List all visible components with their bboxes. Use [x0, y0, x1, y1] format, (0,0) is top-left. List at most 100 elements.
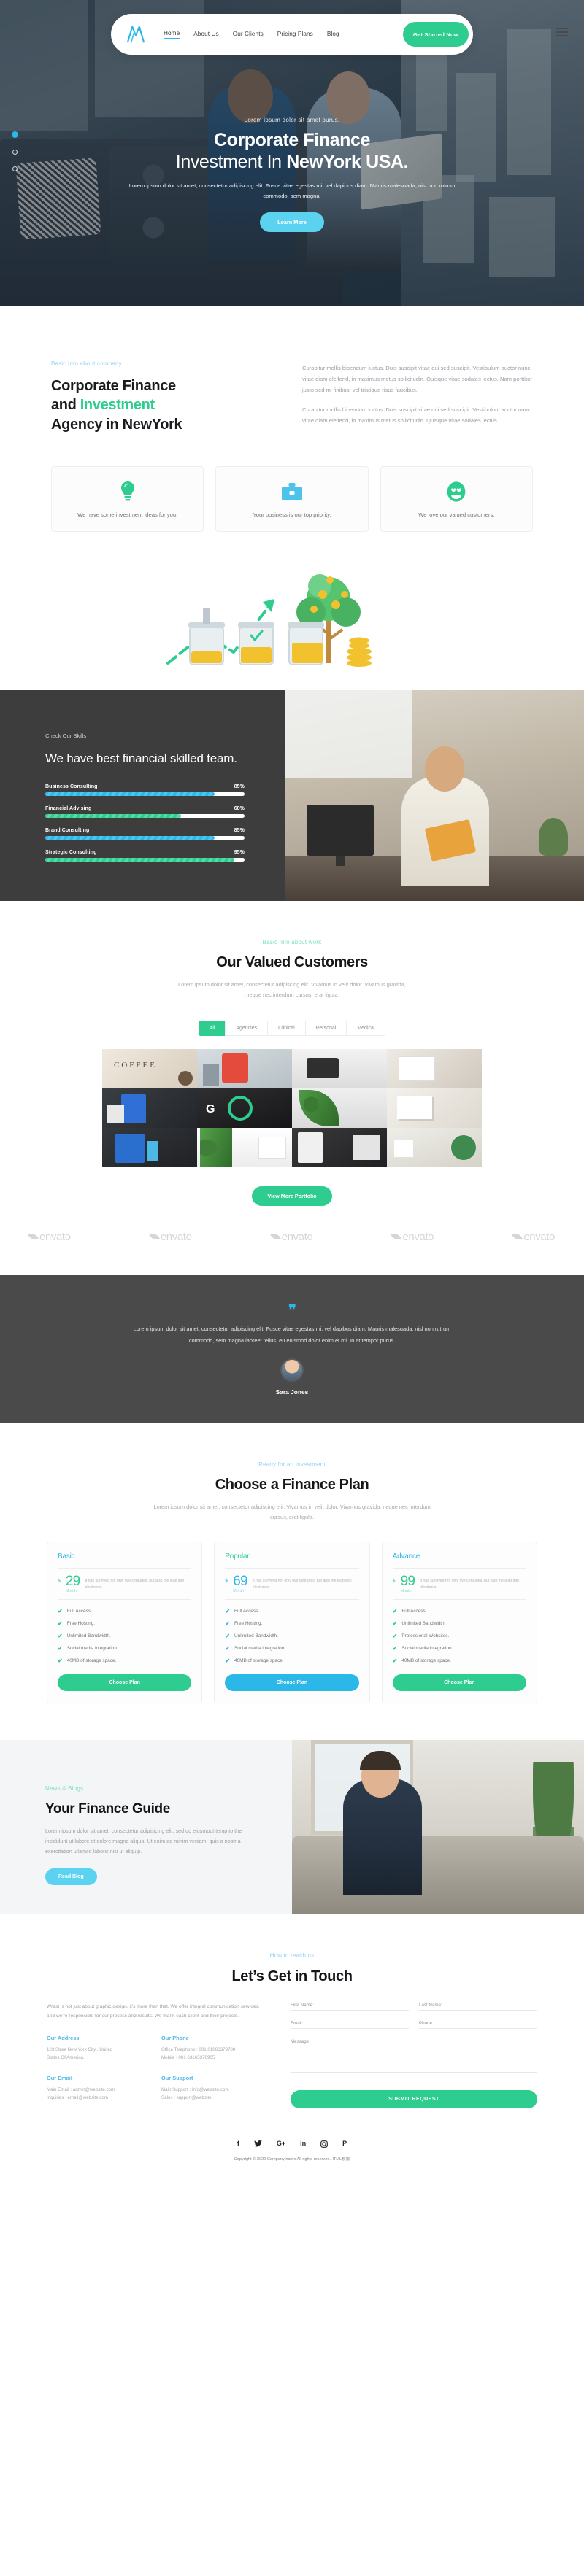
feature-card-valued-customers[interactable]: We love our valued customers. — [380, 466, 533, 533]
phone-field[interactable]: Phone: — [419, 2021, 537, 2030]
portfolio-item[interactable] — [197, 1048, 292, 1088]
envato-leaf-icon — [512, 1231, 523, 1242]
plan-feature: ✔ Social media integration. — [393, 1645, 526, 1652]
google-plus-icon[interactable]: G+ — [277, 2140, 285, 2149]
skill-label: Financial Advising — [45, 805, 92, 811]
skill-value: 95% — [234, 849, 245, 855]
read-blog-button[interactable]: Read Blog — [45, 1868, 97, 1886]
portfolio-item[interactable] — [387, 1048, 482, 1088]
feature-card-investment-ideas[interactable]: We have some investment ideas for you. — [51, 466, 204, 533]
contact-block-title: Our Email — [47, 2075, 72, 2082]
linkedin-icon[interactable]: in — [300, 2140, 306, 2149]
skill-value: 85% — [234, 827, 245, 833]
feature-card-top-priority[interactable]: Your business is our top priority. — [215, 466, 369, 533]
feature-cards: We have some investment ideas for you. Y… — [0, 434, 584, 533]
portfolio-item[interactable] — [292, 1088, 387, 1128]
about-title: Corporate Finance and Investment Agency … — [51, 376, 270, 434]
hero-title-bold: NewYork USA. — [286, 151, 409, 172]
pricing-card-popular: Popular $ 69 Month It has survived not o… — [214, 1542, 370, 1704]
briefcase-icon — [223, 480, 360, 503]
plan-feature-text: 40MB of storage space. — [402, 1658, 451, 1664]
hero-section: Home About Us Our Clients Pricing Plans … — [0, 0, 584, 306]
get-started-button[interactable]: Get Started Now — [402, 22, 469, 47]
m-logo-icon[interactable] — [124, 25, 147, 44]
testimonial-text: Lorem ipsum dolor sit amet, consectetur … — [133, 1325, 451, 1345]
choose-plan-button-popular[interactable]: Choose Plan — [225, 1674, 359, 1692]
blog-section: News & Blogs Your Finance Guide Lorem ip… — [0, 1740, 584, 1915]
client-logo-text: envato — [402, 1230, 434, 1243]
plan-features: ✔ Full Access. ✔ Free Hosting. ✔ Unlimited … — [225, 1608, 358, 1664]
plan-feature: ✔ Free Hosting. — [225, 1620, 358, 1627]
choose-plan-button-advance[interactable]: Choose Plan — [392, 1674, 526, 1692]
view-more-portfolio-button[interactable]: View More Portfolio — [251, 1185, 333, 1206]
twitter-icon[interactable] — [253, 2140, 262, 2149]
skills-section: Check Our Skills We have best financial … — [0, 690, 584, 901]
facebook-icon[interactable]: f — [237, 2140, 239, 2149]
check-icon: ✔ — [58, 1620, 63, 1628]
nav-link-our-clients[interactable]: Our Clients — [233, 31, 264, 39]
filter-all[interactable]: All — [198, 1020, 226, 1036]
skills-left: Check Our Skills We have best financial … — [0, 690, 285, 900]
slider-dot[interactable] — [12, 150, 18, 155]
skill-label: Business Consulting — [45, 784, 98, 789]
plan-feature: ✔ 40MB of storage space. — [393, 1658, 526, 1664]
portfolio-item[interactable] — [387, 1088, 482, 1128]
check-icon: ✔ — [392, 1645, 398, 1652]
filter-clinical[interactable]: Clinical — [267, 1020, 305, 1036]
plan-feature-text: Unlimited Bandwidth. — [402, 1621, 446, 1627]
portfolio-filters: All Agencies Clinical Personal Medical — [0, 1020, 584, 1036]
message-field[interactable]: Message — [291, 2039, 537, 2073]
portfolio-item[interactable]: G — [197, 1088, 292, 1128]
hamburger-menu-icon[interactable] — [556, 28, 568, 36]
plan-currency: $ — [392, 1579, 396, 1585]
filter-agencies[interactable]: Agencies — [225, 1020, 268, 1036]
last-name-field[interactable]: Last Name: — [419, 2003, 537, 2011]
portfolio-item[interactable] — [292, 1127, 387, 1167]
skills-title: We have best financial skilled team. — [45, 751, 237, 766]
contact-info-grid: Our Address 123 Stree New York City , Un… — [47, 2035, 266, 2103]
filter-personal[interactable]: Personal — [304, 1020, 347, 1036]
instagram-icon[interactable] — [320, 2140, 328, 2149]
portfolio-grid: COFFEE G — [102, 1048, 482, 1167]
skill-value: 68% — [234, 805, 245, 811]
portfolio-item[interactable] — [102, 1088, 197, 1128]
plan-feature: ✔ Unlimited Bandwidth. — [393, 1620, 526, 1627]
feature-text: We have some investment ideas for you. — [77, 511, 178, 519]
plan-feature-text: Social media integration. — [66, 1646, 118, 1652]
plan-feature-text: Professional Websites. — [402, 1633, 450, 1639]
portfolio-item[interactable] — [387, 1127, 482, 1167]
nav-link-blog[interactable]: Blog — [327, 31, 339, 39]
learn-more-button[interactable]: Learn More — [260, 212, 324, 233]
choose-plan-button-basic[interactable]: Choose Plan — [58, 1674, 192, 1692]
first-name-field[interactable]: First Name: — [291, 2003, 409, 2011]
slider-dot-active[interactable] — [12, 131, 18, 138]
skill-bar-financial-advising: Financial Advising 68% — [45, 806, 245, 818]
slider-dot[interactable] — [12, 166, 18, 171]
pinterest-icon[interactable]: P — [342, 2140, 347, 2149]
contact-block-line: Mobile : 001 63165370905 — [161, 2055, 215, 2061]
portfolio-item[interactable] — [102, 1127, 197, 1167]
plan-amount: 99 — [400, 1574, 415, 1590]
contact-block-title: Our Support — [161, 2075, 193, 2082]
pricing-section: Ready for an Investment Choose a Finance… — [0, 1423, 584, 1740]
blog-title: Your Finance Guide — [45, 1801, 170, 1817]
portfolio-item[interactable] — [197, 1127, 292, 1167]
hero-slider-dots[interactable] — [12, 131, 18, 171]
plan-period: Month — [233, 1589, 245, 1594]
submit-request-button[interactable]: SUBMIT REQUEST — [291, 2090, 537, 2109]
nav-link-about-us[interactable]: About Us — [193, 31, 218, 39]
portfolio-item[interactable]: COFFEE — [102, 1048, 197, 1088]
nav-link-pricing-plans[interactable]: Pricing Plans — [277, 31, 313, 39]
check-icon: ✔ — [225, 1633, 231, 1640]
email-field[interactable]: Email: — [291, 2021, 409, 2030]
plan-feature-text: Free Hosting. — [66, 1621, 96, 1627]
pricing-desc: Lorem ipsum dolor sit amet, consectetur … — [153, 1504, 431, 1521]
plan-period: Month — [65, 1589, 77, 1594]
client-logo-text: envato — [39, 1230, 71, 1243]
contact-block-line: Main Email : admin@website.com — [47, 2087, 115, 2093]
client-logo-text: envato — [160, 1230, 192, 1243]
skill-label: Brand Consulting — [45, 827, 90, 833]
nav-link-home[interactable]: Home — [164, 30, 180, 39]
filter-medical[interactable]: Medical — [346, 1020, 386, 1036]
portfolio-item[interactable] — [292, 1048, 387, 1088]
